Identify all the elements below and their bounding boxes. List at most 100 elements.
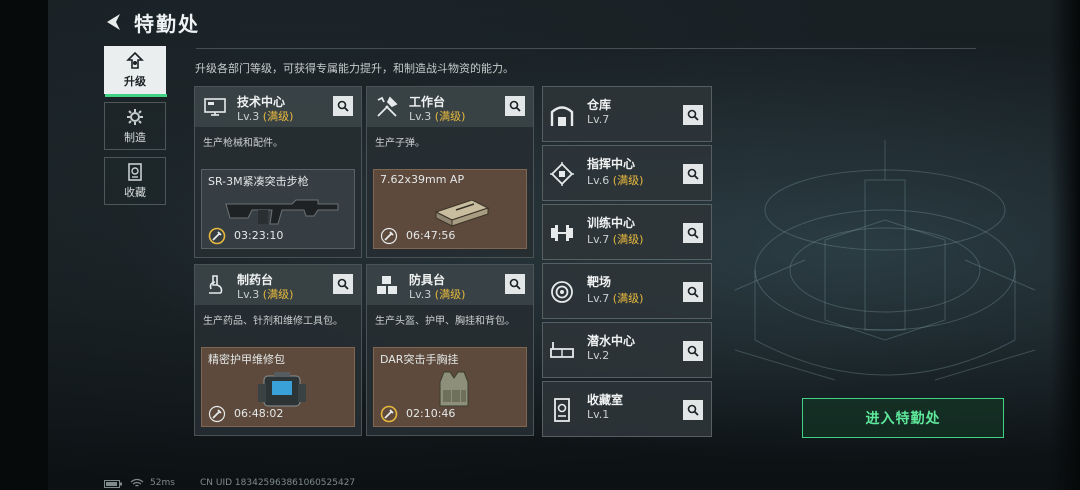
level-text: Lv.3: [409, 288, 432, 301]
battery-icon: [104, 480, 122, 488]
page-subtitle: 升级各部门等级，可获得专属能力提升，和制造战斗物资的能力。: [195, 62, 514, 75]
level-text: Lv.3: [237, 110, 260, 123]
product-name: 7.62x39mm AP: [380, 173, 465, 186]
facility-card-collection-room[interactable]: 收藏室 Lv.1: [542, 381, 712, 437]
facility-description: 生产头盔、护甲、胸挂和背包。: [375, 316, 515, 327]
facility-card-pharmacy[interactable]: 制药台 Lv.3 (满级) 生产药品、针剂和维修工具包。 精密护甲维修包 06:…: [194, 264, 362, 436]
header-divider: [196, 48, 976, 49]
facility-card-shooting-range[interactable]: 靶场 Lv.7 (满级): [542, 263, 712, 319]
search-icon: [687, 404, 699, 416]
production-timer: 02:10:46: [406, 407, 456, 420]
chest-rig-icon: [439, 371, 469, 407]
search-icon: [337, 100, 349, 112]
facility-level: Lv.3 (满级): [237, 108, 293, 124]
search-button[interactable]: [333, 96, 353, 116]
facility-level: Lv.6 (满级): [587, 172, 643, 188]
production-timer: 06:47:56: [406, 229, 456, 242]
facility-card-tech-center[interactable]: 技术中心 Lv.3 (满级) 生产枪械和配件。 SR-3M紧凑突击步枪 03:2…: [194, 86, 362, 258]
monitor-icon: [204, 98, 226, 116]
facility-level: Lv.7: [587, 113, 609, 126]
facility-name: 指挥中心: [587, 157, 636, 171]
product-name: 精密护甲维修包: [208, 353, 285, 366]
search-icon: [687, 109, 699, 121]
facility-name: 仓库: [587, 98, 612, 112]
search-button[interactable]: [683, 341, 703, 361]
facility-name: 潜水中心: [587, 334, 636, 348]
search-button[interactable]: [683, 282, 703, 302]
nav-tab-collection[interactable]: 收藏: [104, 157, 166, 205]
level-text: Lv.3: [237, 288, 260, 301]
production-slot[interactable]: 精密护甲维修包 06:48:02: [201, 347, 355, 427]
rifle-icon: [225, 199, 339, 225]
level-text: Lv.3: [409, 110, 432, 123]
dumbbell-icon: [551, 225, 573, 241]
product-name: SR-3M紧凑突击步枪: [208, 175, 309, 188]
nav-tab-upgrade-label: 升级: [124, 74, 146, 88]
nav-tab-craft[interactable]: 制造: [104, 102, 166, 150]
base-illustration: [734, 140, 1036, 381]
level-text: Lv.6: [587, 174, 610, 187]
facility-card-diving-center[interactable]: 潜水中心 Lv.2: [542, 322, 712, 378]
max-level-badge: (满级): [262, 110, 294, 123]
production-slot[interactable]: 7.62x39mm AP 06:47:56: [373, 169, 527, 249]
facility-name: 收藏室: [587, 393, 624, 407]
search-icon: [337, 278, 349, 290]
production-slot[interactable]: DAR突击手胸挂 02:10:46: [373, 347, 527, 427]
back-arrow-icon[interactable]: [104, 12, 124, 32]
nav-tab-collection-label: 收藏: [124, 185, 146, 199]
nav-tab-upgrade[interactable]: 升级: [104, 46, 167, 97]
facility-level: Lv.1: [587, 408, 609, 421]
screen-edge-left: [0, 0, 48, 490]
enter-special-ops-button[interactable]: 进入特勤处: [802, 398, 1004, 438]
facility-card-workbench[interactable]: 工作台 Lv.3 (满级) 生产子弹。 7.62x39mm AP 06:47:5…: [366, 86, 534, 258]
search-button[interactable]: [505, 96, 525, 116]
search-button[interactable]: [683, 400, 703, 420]
ping-readout: 52ms: [150, 478, 175, 488]
search-button[interactable]: [683, 223, 703, 243]
facility-description: 生产药品、针剂和维修工具包。: [203, 316, 343, 327]
search-button[interactable]: [683, 105, 703, 125]
search-icon: [687, 227, 699, 239]
trophy-icon: [554, 398, 570, 422]
search-icon: [509, 100, 521, 112]
repair-kit-icon: [258, 372, 306, 407]
tools-icon: [377, 96, 398, 117]
max-level-badge: (满级): [262, 288, 294, 301]
facility-level: Lv.7 (满级): [587, 231, 643, 247]
search-icon: [687, 168, 699, 180]
target-icon: [551, 281, 573, 303]
armor-cubes-icon: [377, 276, 397, 294]
max-level-badge: (满级): [434, 288, 466, 301]
product-name: DAR突击手胸挂: [380, 353, 459, 366]
facility-level: Lv.3 (满级): [409, 108, 465, 124]
timer-wrench-icon: [208, 405, 226, 423]
warehouse-icon: [550, 106, 574, 126]
search-button[interactable]: [505, 274, 525, 294]
facility-description: 生产枪械和配件。: [203, 138, 283, 149]
ammo-box-icon: [434, 199, 490, 227]
max-level-badge: (满级): [612, 174, 644, 187]
facility-card-armor-bench[interactable]: 防具台 Lv.3 (满级) 生产头盔、护甲、胸挂和背包。 DAR突击手胸挂 02…: [366, 264, 534, 436]
level-text: Lv.7: [587, 233, 610, 246]
facility-level: Lv.7 (满级): [587, 290, 643, 306]
search-button[interactable]: [333, 274, 353, 294]
gear-icon: [125, 108, 145, 126]
search-button[interactable]: [683, 164, 703, 184]
max-level-badge: (满级): [612, 233, 644, 246]
timer-wrench-icon: [380, 405, 398, 423]
facility-card-command-center[interactable]: 指挥中心 Lv.6 (满级): [542, 145, 712, 201]
max-level-badge: (满级): [612, 292, 644, 305]
microscope-icon: [209, 275, 223, 294]
facility-name: 靶场: [587, 275, 612, 289]
chip-icon: [550, 162, 574, 186]
search-icon: [687, 345, 699, 357]
wifi-icon: [130, 478, 144, 487]
facility-card-training-center[interactable]: 训练中心 Lv.7 (满级): [542, 204, 712, 260]
nav-tab-craft-label: 制造: [124, 130, 146, 144]
production-slot[interactable]: SR-3M紧凑突击步枪 03:23:10: [201, 169, 355, 249]
level-text: Lv.1: [587, 408, 610, 421]
facility-level: Lv.3 (满级): [237, 286, 293, 302]
production-timer: 06:48:02: [234, 407, 284, 420]
search-icon: [509, 278, 521, 290]
facility-card-warehouse[interactable]: 仓库 Lv.7: [542, 86, 712, 142]
